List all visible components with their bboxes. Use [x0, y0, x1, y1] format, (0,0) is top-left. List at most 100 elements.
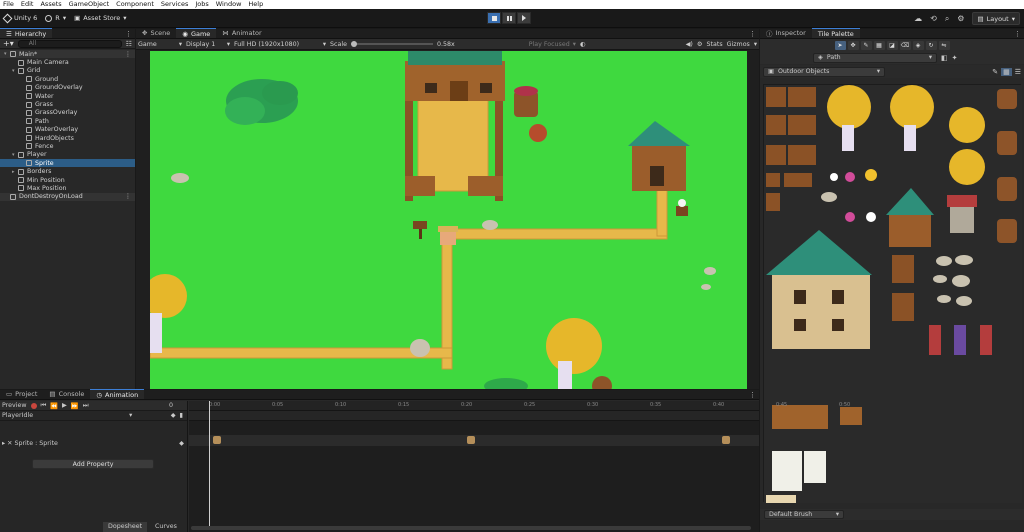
first-key-icon[interactable]: ⏮ [41, 402, 47, 410]
paint-brush-icon[interactable]: ✎ [860, 40, 872, 50]
play-focused-dropdown[interactable]: Play Focused ▾ [529, 41, 576, 48]
add-property-button[interactable]: Add Property [32, 459, 154, 469]
tab-scene[interactable]: ✥ Scene [136, 28, 176, 38]
tilemap-focus-icon[interactable]: ◧ [941, 54, 948, 62]
menu-jobs[interactable]: Jobs [192, 0, 212, 9]
playhead[interactable] [209, 401, 210, 529]
box-fill-icon[interactable]: ▦ [873, 40, 885, 50]
record-icon[interactable] [30, 402, 37, 409]
grid-view-icon[interactable]: ▦ [1001, 67, 1012, 76]
property-options-icon[interactable]: ◆ [179, 440, 188, 447]
palette-dropdown[interactable]: ▣ Outdoor Objects ▾ [763, 66, 885, 77]
hierarchy-item[interactable]: Main Camera [0, 58, 135, 66]
edit-palette-icon[interactable]: ✎ [992, 68, 998, 76]
hierarchy-item[interactable]: ▾ Grid [0, 67, 135, 75]
unity-version-button[interactable]: Unity 6 [0, 12, 41, 25]
timeline-scrollbar[interactable] [191, 526, 751, 530]
hierarchy-item[interactable]: Ground [0, 75, 135, 83]
keyframe-sprite-icon[interactable] [722, 436, 730, 444]
hierarchy-scene-item[interactable]: ▾ Main* ⋮ [0, 50, 135, 59]
preview-toggle[interactable]: Preview [2, 402, 27, 409]
tab-project[interactable]: ▭ Project [0, 389, 43, 399]
hierarchy-scene-item[interactable]: DontDestroyOnLoad ⋮ [0, 192, 135, 202]
menu-file[interactable]: File [0, 0, 18, 9]
hierarchy-item[interactable]: Sprite [0, 159, 135, 168]
eraser-icon[interactable]: ⌫ [899, 40, 911, 50]
hierarchy-item[interactable]: Grass [0, 100, 135, 108]
keyframe-lane[interactable] [189, 435, 759, 446]
hierarchy-item[interactable]: Min Position [0, 176, 135, 184]
hierarchy-item[interactable]: ▾ Player [0, 151, 135, 159]
hierarchy-item[interactable]: HardObjects [0, 134, 135, 142]
display-dropdown[interactable]: Display 1 ▾ [186, 41, 230, 48]
active-target-dropdown[interactable]: ◈ Path ▾ [813, 52, 937, 63]
hierarchy-item[interactable]: GroundOverlay [0, 84, 135, 92]
dopesheet-tab[interactable]: Dopesheet [103, 522, 148, 532]
scale-slider[interactable] [350, 41, 433, 47]
mute-audio-icon[interactable]: ◐ [580, 41, 586, 48]
menu-help[interactable]: Help [245, 0, 267, 9]
more-options-icon[interactable]: ⋮ [1014, 30, 1024, 38]
tab-inspector[interactable]: ⓘ Inspector [760, 28, 812, 38]
tile-palette-grid[interactable] [763, 84, 1022, 503]
pause-button[interactable] [502, 12, 516, 24]
menu-services[interactable]: Services [158, 0, 192, 9]
list-view-icon[interactable]: ☰ [1015, 68, 1021, 76]
scene-options-icon[interactable]: ⋮ [125, 51, 135, 58]
hierarchy-item[interactable]: GrassOverlay [0, 109, 135, 117]
volume-icon[interactable]: ◀) [686, 41, 693, 48]
rotate-icon[interactable]: ↻ [925, 40, 937, 50]
filter-icon[interactable]: ☷ [126, 40, 132, 48]
more-options-icon[interactable]: ⋮ [125, 30, 135, 38]
event-lane[interactable] [189, 411, 759, 421]
asset-store-button[interactable]: ▣ Asset Store ▾ [70, 12, 130, 25]
clip-dropdown[interactable]: PlayerIdle [2, 412, 33, 419]
play-icon[interactable]: ▶ [62, 402, 67, 409]
layout-dropdown[interactable]: ▤ Layout ▾ [972, 12, 1020, 25]
cloud-icon[interactable]: ☁ [914, 14, 922, 23]
keyframe-sprite-icon[interactable] [213, 436, 221, 444]
play-button[interactable] [487, 12, 501, 24]
hierarchy-item[interactable]: Fence [0, 142, 135, 150]
next-key-icon[interactable]: ⏩ [71, 402, 79, 410]
menu-assets[interactable]: Assets [37, 0, 65, 9]
select-tool-icon[interactable]: ➤ [834, 40, 846, 50]
tab-animation[interactable]: ◷ Animation [90, 389, 145, 399]
settings-icon[interactable]: ⚙ [697, 41, 703, 48]
menu-component[interactable]: Component [113, 0, 158, 9]
game-mode-dropdown[interactable]: Game ▾ [138, 41, 182, 48]
history-icon[interactable]: ⟲ [930, 14, 937, 23]
hierarchy-item[interactable]: WaterOverlay [0, 126, 135, 134]
game-viewport[interactable] [150, 51, 747, 389]
gizmos-dropdown[interactable]: Gizmos [727, 41, 750, 48]
last-key-icon[interactable]: ⏭ [83, 402, 89, 410]
property-row[interactable]: ▸ ✕ Sprite : Sprite ◆ [0, 438, 188, 448]
add-event-icon[interactable]: ▮ [180, 412, 183, 419]
add-icon[interactable]: +▾ [3, 39, 14, 48]
resolution-dropdown[interactable]: Full HD (1920x1080) ▾ [234, 41, 326, 48]
account-button[interactable]: R ▾ [41, 12, 70, 25]
scene-options-icon[interactable]: ⋮ [125, 193, 135, 200]
pick-tool-icon[interactable]: ◪ [886, 40, 898, 50]
fill-bucket-icon[interactable]: ◈ [912, 40, 924, 50]
menu-gameobject[interactable]: GameObject [66, 0, 114, 9]
curves-tab[interactable]: Curves [150, 522, 182, 532]
more-options-icon[interactable]: ⋮ [749, 391, 759, 399]
menu-edit[interactable]: Edit [18, 0, 38, 9]
tab-tile-palette[interactable]: Tile Palette [811, 28, 860, 38]
tab-hierarchy[interactable]: ☰ Hierarchy [0, 28, 53, 38]
hierarchy-item[interactable]: ▸ Borders [0, 167, 135, 175]
menu-window[interactable]: Window [213, 0, 246, 9]
more-options-icon[interactable]: ⋮ [749, 30, 759, 38]
keyframe-sprite-icon[interactable] [467, 436, 475, 444]
flip-icon[interactable]: ⇋ [938, 40, 950, 50]
search-icon[interactable]: ⌕ [945, 14, 949, 24]
tab-game[interactable]: ◉ Game [176, 28, 217, 38]
hierarchy-item[interactable]: Path [0, 117, 135, 125]
tab-console[interactable]: ▤ Console [43, 389, 90, 399]
scale-slider-handle[interactable] [350, 41, 357, 47]
move-tool-icon[interactable]: ✥ [847, 40, 859, 50]
hierarchy-item[interactable]: Max Position [0, 184, 135, 192]
animation-timeline[interactable]: 0:00 0:05 0:10 0:15 0:20 0:25 0:30 0:35 0:40 0:45… [189, 401, 850, 532]
hierarchy-search-input[interactable]: All [17, 39, 122, 48]
